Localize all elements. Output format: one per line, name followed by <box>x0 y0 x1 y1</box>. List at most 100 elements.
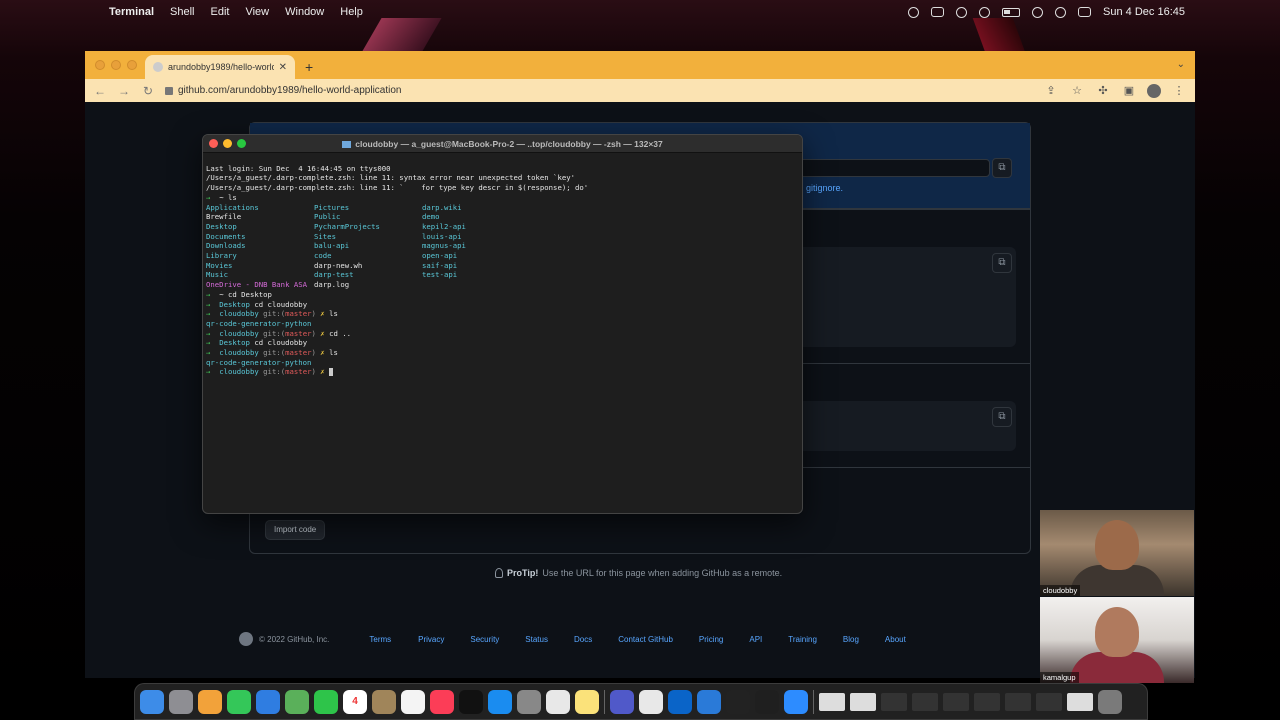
minimized-window-thumbnail[interactable] <box>974 692 1000 711</box>
pycharm-icon[interactable] <box>755 689 779 714</box>
footer-link-blog[interactable]: Blog <box>843 635 859 644</box>
forward-arrow-icon[interactable]: → <box>117 84 131 98</box>
footer-link-api[interactable]: API <box>749 635 762 644</box>
cloud-icon[interactable] <box>908 6 920 18</box>
footer-link-status[interactable]: Status <box>525 635 548 644</box>
vscode-icon[interactable] <box>697 689 721 714</box>
teams-icon[interactable] <box>610 689 634 714</box>
search-icon[interactable] <box>1055 6 1067 18</box>
launchpad-icon[interactable] <box>169 689 193 714</box>
minimize-window-button[interactable] <box>223 139 232 148</box>
reminders-icon[interactable] <box>401 689 425 714</box>
menu-view[interactable]: View <box>245 6 269 18</box>
video-tile-participant[interactable]: kamalgup <box>1040 597 1194 683</box>
footer-link-about[interactable]: About <box>885 635 906 644</box>
close-window-button[interactable] <box>95 60 105 70</box>
terminal-titlebar[interactable]: cloudobby — a_guest@MacBook-Pro-2 — ..to… <box>203 135 802 153</box>
minimized-window-thumbnail[interactable] <box>881 692 907 711</box>
play-icon[interactable] <box>979 6 991 18</box>
menu-shell[interactable]: Shell <box>170 6 194 18</box>
music-icon[interactable] <box>430 689 454 714</box>
menu-help[interactable]: Help <box>340 6 363 18</box>
footer-link-privacy[interactable]: Privacy <box>418 635 444 644</box>
terminal-window[interactable]: cloudobby — a_guest@MacBook-Pro-2 — ..to… <box>202 134 803 514</box>
minimized-window-thumbnail[interactable] <box>1067 692 1093 711</box>
browser-tab-active[interactable]: arundobby1989/hello-world-ap ✕ <box>145 55 295 79</box>
zoom-icon[interactable] <box>784 689 808 714</box>
copy-url-button[interactable]: ⧉ <box>992 158 1012 178</box>
video-tile-participant[interactable]: cloudobby <box>1040 510 1194 596</box>
github-logo-icon[interactable] <box>239 632 253 646</box>
copy-code-button[interactable]: ⧉ <box>992 253 1012 273</box>
minimized-window-thumbnail[interactable] <box>1036 692 1062 711</box>
contacts-icon[interactable] <box>372 689 396 714</box>
mail-icon[interactable] <box>256 689 280 714</box>
messages-icon[interactable] <box>227 689 251 714</box>
bookmark-star-icon[interactable]: ☆ <box>1069 84 1085 97</box>
minimized-window-thumbnail[interactable] <box>850 692 876 711</box>
control-center-icon[interactable] <box>1078 7 1092 17</box>
zoom-window-button[interactable] <box>127 60 137 70</box>
menu-app-name[interactable]: Terminal <box>109 6 154 18</box>
sidebar-icon[interactable]: ▣ <box>1121 84 1137 97</box>
protip-text: Use the URL for this page when adding Gi… <box>542 568 783 578</box>
tab-search-chevron-icon[interactable]: ⌄ <box>1177 59 1185 70</box>
new-tab-button[interactable]: + <box>305 59 313 75</box>
menubar-clock[interactable]: Sun 4 Dec 16:45 <box>1103 6 1185 18</box>
chrome-icon[interactable] <box>546 689 570 714</box>
battery-icon[interactable] <box>1002 7 1021 17</box>
wifi-icon[interactable] <box>1032 6 1044 18</box>
minimized-window-thumbnail[interactable] <box>912 692 938 711</box>
screen-record-icon[interactable] <box>956 6 968 18</box>
footer-link-pricing[interactable]: Pricing <box>699 635 723 644</box>
menu-window[interactable]: Window <box>285 6 324 18</box>
vpn-icon[interactable] <box>931 7 945 17</box>
close-window-button[interactable] <box>209 139 218 148</box>
minimized-window-thumbnail[interactable] <box>943 692 969 711</box>
facetime-icon[interactable] <box>314 689 338 714</box>
ls-entry: Pictures <box>314 202 350 212</box>
photos-icon[interactable] <box>198 689 222 714</box>
notes-icon[interactable] <box>575 689 599 714</box>
calendar-icon[interactable]: 4 <box>343 689 367 714</box>
ls-entry: Documents <box>206 231 246 241</box>
footer-link-terms[interactable]: Terms <box>369 635 391 644</box>
trash-icon[interactable] <box>1098 689 1122 714</box>
zoom-window-button[interactable] <box>237 139 246 148</box>
outlook-icon[interactable] <box>668 689 692 714</box>
minimized-window-thumbnail[interactable] <box>819 692 845 711</box>
terminal-output[interactable]: Last login: Sun Dec 4 16:44:45 on ttys00… <box>203 153 802 398</box>
minimize-window-button[interactable] <box>111 60 121 70</box>
git-label: git:( <box>263 367 286 377</box>
terminal-app-icon[interactable] <box>726 689 750 714</box>
participant-head <box>1095 520 1139 570</box>
gitignore-link[interactable]: gitignore. <box>806 183 843 193</box>
back-arrow-icon[interactable]: ← <box>93 84 107 98</box>
more-menu-icon[interactable]: ⋮ <box>1171 84 1187 97</box>
profile-avatar[interactable] <box>1147 83 1161 98</box>
system-settings-icon[interactable] <box>517 689 541 714</box>
terminal-line: → cloudobby git:(master) ✗ <box>206 367 799 377</box>
footer-link-security[interactable]: Security <box>470 635 499 644</box>
terminal-line: → cloudobby git:(master) ✗ ls <box>206 309 799 319</box>
apple-tv-icon[interactable] <box>459 689 483 714</box>
copy-code-button[interactable]: ⧉ <box>992 407 1012 427</box>
app-store-icon[interactable] <box>488 689 512 714</box>
minimized-window-thumbnail[interactable] <box>1005 692 1031 711</box>
finder-icon[interactable] <box>140 689 164 714</box>
footer-link-training[interactable]: Training <box>788 635 817 644</box>
footer-link-contact[interactable]: Contact GitHub <box>618 635 673 644</box>
share-icon[interactable]: ⇪ <box>1043 84 1059 97</box>
slack-icon[interactable] <box>639 689 663 714</box>
import-code-button[interactable]: Import code <box>265 520 326 540</box>
reload-icon[interactable]: ↻ <box>141 84 155 98</box>
ls-entry: code <box>314 251 332 261</box>
maps-icon[interactable] <box>285 689 309 714</box>
close-tab-icon[interactable]: ✕ <box>279 62 287 73</box>
ls-entry: Sites <box>314 231 336 241</box>
menu-edit[interactable]: Edit <box>211 6 230 18</box>
address-bar[interactable]: github.com/arundobby1989/hello-world-app… <box>165 85 1033 96</box>
footer-link-docs[interactable]: Docs <box>574 635 592 644</box>
git-label: git:( <box>263 328 286 338</box>
extensions-puzzle-icon[interactable]: ✣ <box>1095 84 1111 97</box>
